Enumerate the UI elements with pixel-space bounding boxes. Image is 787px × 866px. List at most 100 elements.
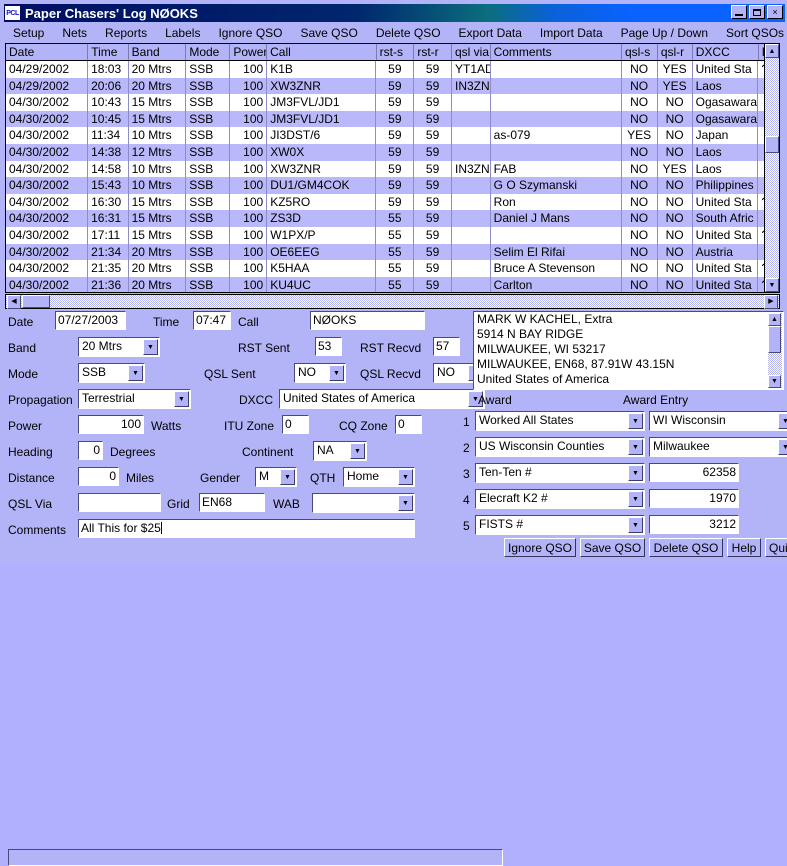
- chevron-down-icon[interactable]: ▼: [628, 439, 643, 455]
- grid-header-band[interactable]: Band: [129, 44, 187, 60]
- award-select-1[interactable]: Worked All States ▼: [475, 411, 645, 431]
- ignore-qso-button[interactable]: Ignore QSO: [504, 538, 576, 557]
- grid-header-call[interactable]: Call: [267, 44, 377, 60]
- table-row[interactable]: 04/30/2002 14:38 12 Mtrs SSB 100 XW0X 59 59 NO NO…: [6, 143, 779, 161]
- quit-button[interactable]: Quit: [765, 538, 787, 557]
- chevron-down-icon[interactable]: ▼: [628, 413, 643, 429]
- grid-rows-container[interactable]: 04/29/2002 18:03 20 Mtrs SSB 100 K1B 59 59 YT1AD…: [6, 61, 779, 292]
- table-row[interactable]: 04/30/2002 11:34 10 Mtrs SSB 100 JI3DST/6 59 59…: [6, 127, 779, 144]
- band-select[interactable]: 20 Mtrs ▼: [78, 337, 160, 357]
- mode-select[interactable]: SSB ▼: [78, 363, 145, 383]
- table-row[interactable]: 04/30/2002 21:34 20 Mtrs SSB 100 OE6EEG 55 59 Se…: [6, 243, 779, 261]
- maximize-button[interactable]: [749, 5, 765, 19]
- table-row[interactable]: 04/29/2002 18:03 20 Mtrs SSB 100 K1B 59 59 YT1AD…: [6, 61, 779, 78]
- grid-header-row[interactable]: Date Time Band Mode Power Call rst-s rst-r qsl v…: [6, 44, 779, 61]
- address-scroll-down-button[interactable]: ▼: [768, 375, 781, 388]
- table-row[interactable]: 04/30/2002 16:31 15 Mtrs SSB 100 ZS3D 55 59 Dani…: [6, 210, 779, 227]
- award-entry-input-5[interactable]: 3212: [649, 515, 739, 534]
- help-button[interactable]: Help: [727, 538, 761, 557]
- address-scroll-up-button[interactable]: ▲: [768, 313, 781, 326]
- award-entry-input-4[interactable]: 1970: [649, 489, 739, 508]
- propagation-select[interactable]: Terrestrial ▼: [78, 389, 191, 409]
- grid-header-qsl_via[interactable]: qsl via: [452, 44, 491, 60]
- qth-select[interactable]: Home ▼: [343, 467, 415, 487]
- chevron-down-icon[interactable]: ▼: [329, 365, 344, 381]
- address-scroll-thumb[interactable]: [768, 326, 781, 353]
- dxcc-select[interactable]: United States of America ▼: [279, 389, 485, 409]
- chevron-down-icon[interactable]: ▼: [628, 491, 643, 507]
- menu-item-reports[interactable]: Reports: [96, 26, 156, 40]
- chevron-down-icon[interactable]: ▼: [398, 495, 413, 511]
- time-input[interactable]: 07:47: [193, 311, 231, 330]
- scroll-up-button[interactable]: ▲: [765, 44, 779, 58]
- chevron-down-icon[interactable]: ▼: [628, 517, 643, 533]
- menu-item-setup[interactable]: Setup: [4, 26, 53, 40]
- close-button[interactable]: ×: [767, 5, 783, 19]
- call-input[interactable]: NØOKS: [310, 311, 425, 330]
- award-select-5[interactable]: FISTS # ▼: [475, 515, 645, 535]
- table-row[interactable]: 04/29/2002 20:06 20 Mtrs SSB 100 XW3ZNR 59 59 IN…: [6, 77, 779, 95]
- award-select-4[interactable]: Elecraft K2 # ▼: [475, 489, 645, 509]
- menu-item-delete-qso[interactable]: Delete QSO: [367, 26, 450, 40]
- menu-item-page-up-down[interactable]: Page Up / Down: [612, 26, 717, 40]
- grid-horizontal-scrollbar[interactable]: ◀ ▶: [5, 294, 780, 309]
- grid-header-rst_r[interactable]: rst-r: [414, 44, 452, 60]
- wab-select[interactable]: ▼: [312, 493, 415, 513]
- chevron-down-icon[interactable]: ▼: [280, 469, 295, 485]
- address-vertical-scrollbar[interactable]: ▲ ▼: [768, 313, 782, 388]
- station-address-box[interactable]: MARK W KACHEL, Extra 5914 N BAY RIDGE MI…: [473, 311, 784, 390]
- scroll-left-button[interactable]: ◀: [7, 294, 21, 309]
- grid-vertical-scrollbar[interactable]: ▲ ▼: [764, 44, 779, 292]
- scroll-right-button[interactable]: ▶: [764, 294, 778, 309]
- continent-select[interactable]: NA ▼: [313, 441, 367, 461]
- award-select-2[interactable]: US Wisconsin Counties ▼: [475, 437, 645, 457]
- title-bar[interactable]: PCL Paper Chasers' Log NØOKS ×: [4, 4, 785, 22]
- h-scroll-thumb[interactable]: [22, 295, 50, 308]
- comments-input[interactable]: All This for $25: [78, 519, 415, 538]
- chevron-down-icon[interactable]: ▼: [143, 339, 158, 355]
- table-row[interactable]: 04/30/2002 10:45 15 Mtrs SSB 100 JM3FVL/JD1 59…: [6, 110, 779, 128]
- rst-sent-input[interactable]: 53: [315, 337, 342, 356]
- table-row[interactable]: 04/30/2002 15:43 10 Mtrs SSB 100 DU1/GM4COK 59…: [6, 177, 779, 194]
- award-entry-select-1[interactable]: WI Wisconsin ▼: [649, 411, 787, 431]
- table-row[interactable]: 04/30/2002 16:30 15 Mtrs SSB 100 KZ5RO 59 59 Ron…: [6, 193, 779, 211]
- grid-header-time[interactable]: Time: [88, 44, 129, 60]
- grid-header-date[interactable]: Date: [6, 44, 89, 60]
- grid-header-qsl_r[interactable]: qsl-r: [658, 44, 693, 60]
- menu-item-labels[interactable]: Labels: [156, 26, 209, 40]
- chevron-down-icon[interactable]: ▼: [128, 365, 143, 381]
- grid-header-rst_s[interactable]: rst-s: [377, 44, 415, 60]
- power-input[interactable]: 100: [78, 415, 144, 434]
- chevron-down-icon[interactable]: ▼: [778, 413, 787, 429]
- chevron-down-icon[interactable]: ▼: [350, 443, 365, 459]
- table-row[interactable]: 04/30/2002 17:11 15 Mtrs SSB 100 W1PX/P 55 59 NO…: [6, 226, 779, 244]
- qsl-via-input[interactable]: [78, 493, 161, 512]
- distance-input[interactable]: 0: [78, 467, 119, 486]
- qsl-sent-select[interactable]: NO ▼: [294, 363, 346, 383]
- grid-header-mode[interactable]: Mode: [186, 44, 231, 60]
- rst-recvd-input[interactable]: 57: [433, 337, 460, 356]
- award-entry-input-3[interactable]: 62358: [649, 463, 739, 482]
- grid-header-comments[interactable]: Comments: [491, 44, 622, 60]
- menu-item-nets[interactable]: Nets: [53, 26, 96, 40]
- table-row[interactable]: 04/30/2002 14:58 10 Mtrs SSB 100 XW3ZNR 59 59 IN…: [6, 160, 779, 178]
- grid-header-power[interactable]: Power: [230, 44, 268, 60]
- table-row[interactable]: 04/30/2002 21:36 20 Mtrs SSB 100 KU4UC 55 59 Car…: [6, 276, 779, 292]
- cq-zone-input[interactable]: 0: [395, 415, 422, 434]
- chevron-down-icon[interactable]: ▼: [778, 439, 787, 455]
- grid-header-dxcc[interactable]: DXCC: [693, 44, 759, 60]
- gender-select[interactable]: M ▼: [255, 467, 297, 487]
- grid-header-qsl_s[interactable]: qsl-s: [622, 44, 658, 60]
- award-select-3[interactable]: Ten-Ten # ▼: [475, 463, 645, 483]
- minimize-button[interactable]: [731, 5, 747, 19]
- scroll-thumb[interactable]: [765, 136, 779, 153]
- table-row[interactable]: 04/30/2002 10:43 15 Mtrs SSB 100 JM3FVL/JD1 59…: [6, 94, 779, 111]
- grid-input[interactable]: EN68: [199, 493, 265, 512]
- award-entry-select-2[interactable]: Milwaukee ▼: [649, 437, 787, 457]
- menu-item-sort-qsos[interactable]: Sort QSOs: [717, 26, 787, 40]
- heading-input[interactable]: 0: [78, 441, 103, 460]
- date-input[interactable]: 07/27/2003: [55, 311, 126, 330]
- itu-zone-input[interactable]: 0: [282, 415, 309, 434]
- chevron-down-icon[interactable]: ▼: [398, 469, 413, 485]
- table-row[interactable]: 04/30/2002 21:35 20 Mtrs SSB 100 K5HAA 55 59 Bru…: [6, 260, 779, 277]
